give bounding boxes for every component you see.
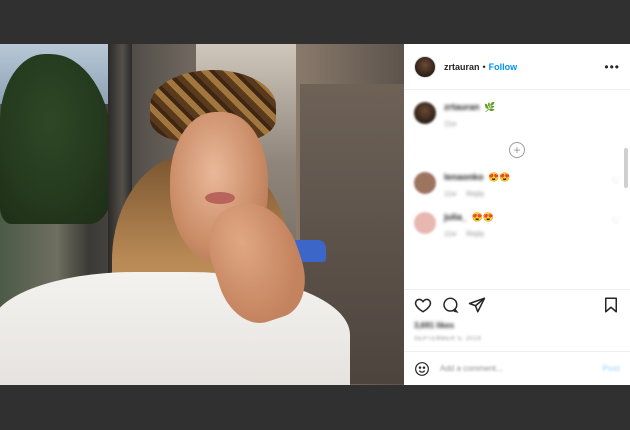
post-side-panel: zrtauran • Follow ••• zrtauran 🌿 11w + l… — [404, 44, 630, 385]
comment-meta: 11w Reply — [444, 191, 612, 198]
comment-emoji: 😍😍 — [471, 212, 494, 222]
comment-row: lenaonko 😍😍 11w Reply ♡ — [414, 172, 620, 198]
comments-scrollbar[interactable] — [624, 148, 628, 188]
post-header: zrtauran • Follow ••• — [404, 44, 630, 90]
add-comment-bar: Post — [404, 351, 630, 385]
commenter-avatar[interactable] — [414, 212, 436, 234]
caption-meta: 11w — [444, 121, 620, 128]
post-modal: zrtauran • Follow ••• zrtauran 🌿 11w + l… — [0, 44, 630, 385]
author-avatar[interactable] — [414, 55, 436, 78]
comment-time: 11w — [444, 231, 457, 238]
comment-row: julia_ 😍😍 11w Reply ♡ — [414, 212, 620, 238]
more-options-icon[interactable]: ••• — [604, 60, 620, 74]
comment-body: lenaonko 😍😍 11w Reply — [444, 172, 612, 198]
post-actions: 3,691 likes SEPTEMBER 5, 2019 — [404, 289, 630, 351]
header-separator: • — [482, 61, 486, 72]
post-comment-button[interactable]: Post — [603, 364, 620, 373]
reply-button[interactable]: Reply — [466, 231, 484, 238]
comment-like-heart-icon[interactable]: ♡ — [612, 216, 620, 227]
post-photo[interactable] — [0, 44, 404, 385]
comment-icon[interactable] — [441, 296, 459, 314]
commenter-username[interactable]: julia_ — [444, 212, 467, 222]
caption-body: zrtauran 🌿 11w — [444, 102, 620, 128]
caption-avatar[interactable] — [414, 102, 436, 124]
emoji-smiley-icon[interactable] — [414, 361, 430, 377]
caption-row: zrtauran 🌿 11w — [414, 102, 620, 128]
plus-icon: + — [513, 143, 521, 157]
comment-emoji: 😍😍 — [488, 172, 511, 182]
add-comment-input[interactable] — [440, 364, 603, 373]
commenter-username[interactable]: lenaonko — [444, 172, 484, 182]
reply-button[interactable]: Reply — [466, 191, 484, 198]
comment-like-heart-icon[interactable]: ♡ — [612, 176, 620, 187]
photo-lips — [205, 192, 235, 204]
commenter-avatar[interactable] — [414, 172, 436, 194]
post-date: SEPTEMBER 5, 2019 — [414, 336, 482, 342]
bookmark-icon[interactable] — [602, 296, 620, 314]
likes-count[interactable]: 3,691 likes — [414, 321, 620, 330]
comment-body: julia_ 😍😍 11w Reply — [444, 212, 612, 238]
share-icon[interactable] — [468, 296, 486, 314]
heart-icon[interactable] — [414, 296, 432, 314]
author-username[interactable]: zrtauran — [444, 62, 480, 72]
load-more-comments-button[interactable]: + — [509, 142, 525, 158]
caption-username[interactable]: zrtauran — [444, 102, 480, 112]
comment-meta: 11w Reply — [444, 231, 612, 238]
comment-time: 11w — [444, 191, 457, 198]
caption-time: 11w — [444, 121, 457, 128]
caption-emoji: 🌿 — [484, 102, 496, 112]
comments-list: zrtauran 🌿 11w + lenaonko 😍😍 11w Reply ♡… — [404, 90, 630, 289]
action-icons-bar — [414, 296, 620, 314]
follow-button[interactable]: Follow — [489, 62, 518, 72]
